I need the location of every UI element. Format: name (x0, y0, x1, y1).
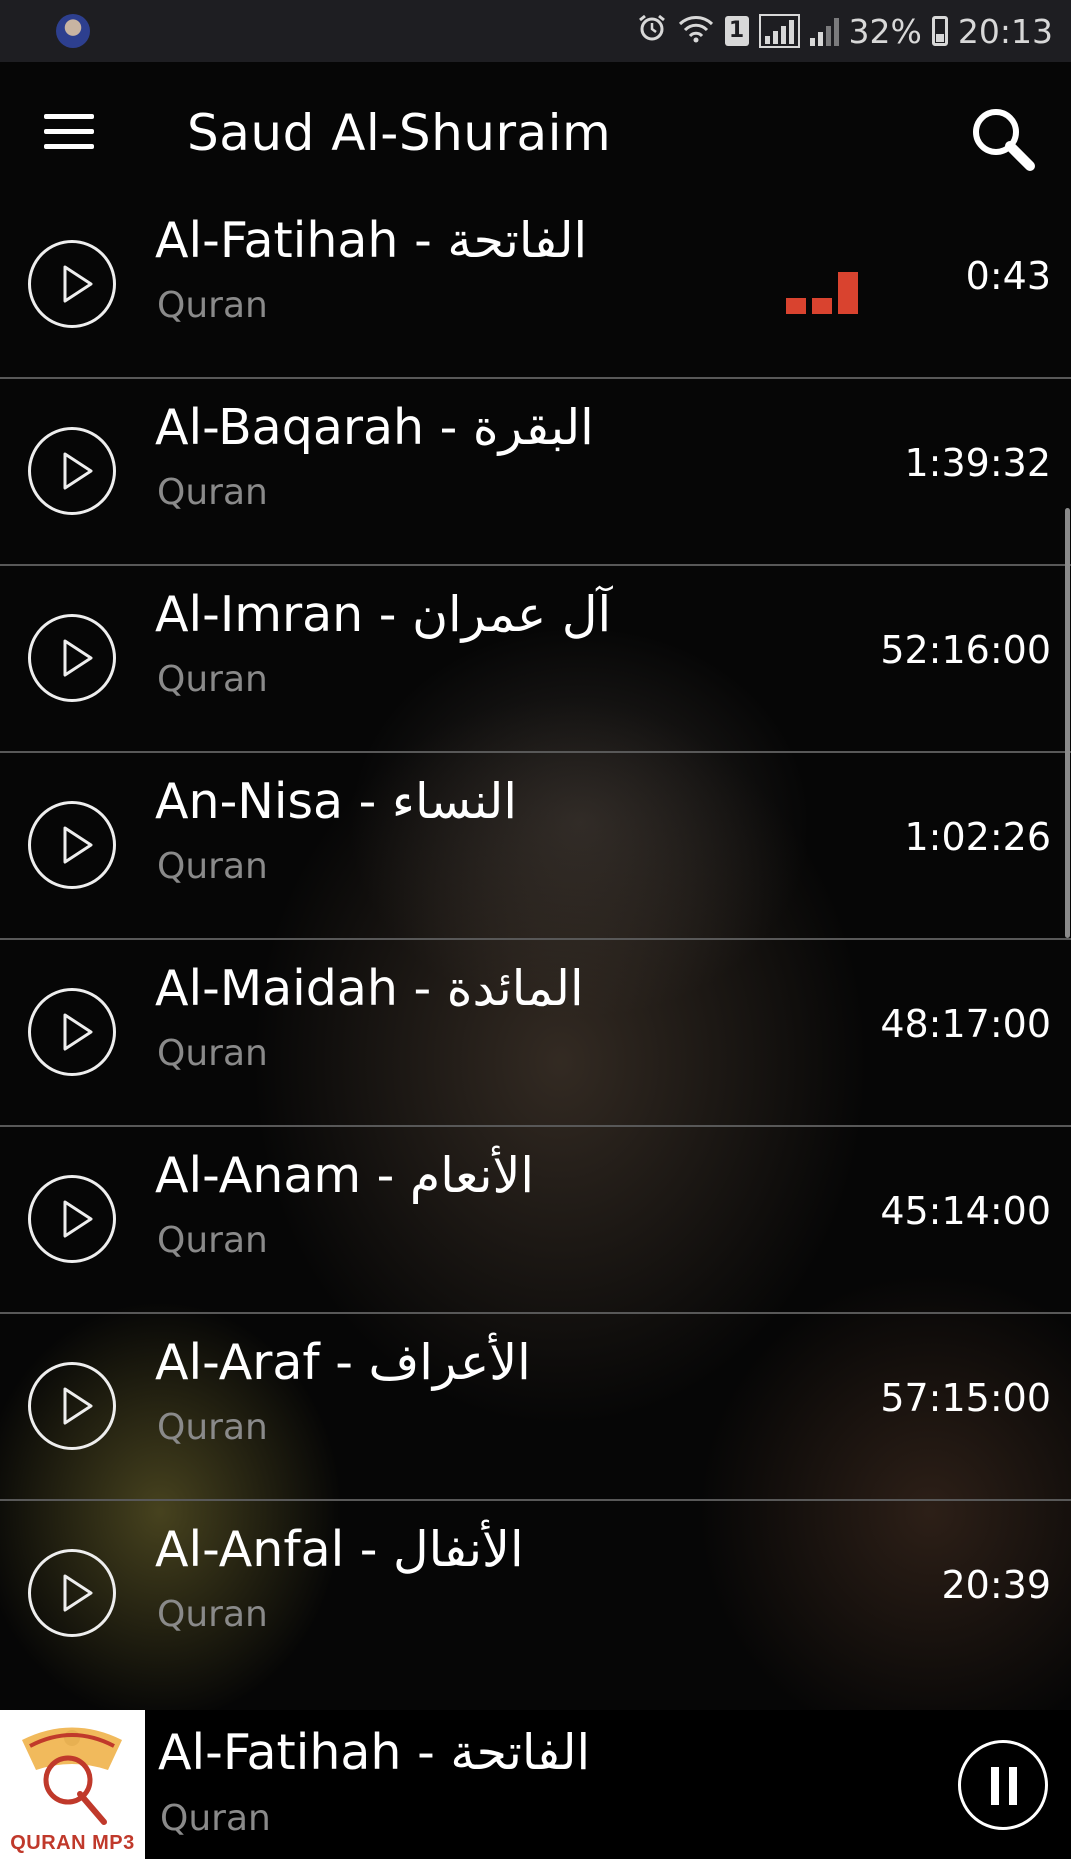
play-icon[interactable] (28, 614, 116, 702)
now-playing-subtitle: Quran (160, 1798, 271, 1839)
track-row[interactable]: Al-Maidah - المائدة Quran 48:17:00 (0, 940, 1071, 1127)
track-duration: 52:16:00 (880, 628, 1051, 672)
sim-1-icon: 1 (724, 16, 749, 46)
battery-icon (931, 16, 948, 46)
track-row[interactable]: Al-Fatihah - الفاتحة Quran 0:43 (0, 171, 1071, 379)
track-duration: 0:43 (965, 254, 1051, 298)
play-icon[interactable] (28, 1362, 116, 1450)
track-subtitle: Quran (157, 1594, 268, 1635)
pause-icon[interactable] (958, 1740, 1048, 1830)
track-duration: 1:02:26 (904, 815, 1052, 859)
signal-icon (809, 16, 839, 46)
hamburger-menu-icon[interactable] (44, 114, 96, 154)
battery-percent: 32% (848, 11, 922, 51)
track-duration: 45:14:00 (880, 1189, 1051, 1233)
track-title: An-Nisa - النساء (155, 773, 517, 830)
status-bar: 1 32% 20:13 (0, 0, 1071, 62)
track-title: Al-Maidah - المائدة (155, 960, 584, 1017)
track-duration: 57:15:00 (880, 1376, 1051, 1420)
search-icon[interactable] (968, 104, 1038, 174)
track-duration: 48:17:00 (880, 1002, 1051, 1046)
play-icon[interactable] (28, 801, 116, 889)
track-subtitle: Quran (157, 1220, 268, 1261)
now-playing-bar[interactable]: QURAN MP3 Al-Fatihah - الفاتحة Quran (0, 1710, 1071, 1859)
track-row[interactable]: Al-Imran - آل عمران Quran 52:16:00 (0, 566, 1071, 753)
track-subtitle: Quran (157, 1407, 268, 1448)
track-title: Al-Fatihah - الفاتحة (155, 212, 588, 269)
track-subtitle: Quran (157, 285, 268, 326)
logo-text: QURAN MP3 (10, 1832, 135, 1854)
wifi-icon (677, 12, 715, 51)
track-duration: 1:39:32 (904, 441, 1052, 485)
track-title: Al-Araf - الأعراف (155, 1334, 531, 1391)
track-row[interactable]: Al-Anfal - الأنفال Quran 20:39 (0, 1501, 1071, 1686)
track-duration: 20:39 (941, 1563, 1051, 1607)
avatar (56, 14, 90, 48)
track-row[interactable]: An-Nisa - النساء Quran 1:02:26 (0, 753, 1071, 940)
now-playing-equalizer-icon (786, 266, 858, 314)
track-row[interactable]: Al-Anam - الأنعام Quran 45:14:00 (0, 1127, 1071, 1314)
page-title: Saud Al-Shuraim (187, 104, 612, 162)
app-logo: QURAN MP3 (0, 1710, 145, 1859)
track-title: Al-Anfal - الأنفال (155, 1521, 524, 1578)
track-row[interactable]: Al-Baqarah - البقرة Quran 1:39:32 (0, 379, 1071, 566)
track-subtitle: Quran (157, 659, 268, 700)
status-icons: 1 32% 20:13 (637, 0, 1053, 62)
track-list: Al-Fatihah - الفاتحة Quran 0:43 Al-Baqar… (0, 212, 1071, 1686)
play-icon[interactable] (28, 1549, 116, 1637)
track-title: Al-Imran - آل عمران (155, 586, 612, 643)
play-icon[interactable] (28, 988, 116, 1076)
track-row[interactable]: Al-Araf - الأعراف Quran 57:15:00 (0, 1314, 1071, 1501)
play-icon[interactable] (28, 427, 116, 515)
track-title: Al-Anam - الأنعام (155, 1147, 535, 1204)
track-subtitle: Quran (157, 846, 268, 887)
now-playing-title: Al-Fatihah - الفاتحة (158, 1724, 591, 1781)
track-title: Al-Baqarah - البقرة (155, 399, 594, 456)
scrollbar[interactable] (1065, 508, 1070, 938)
signal-icon (758, 14, 800, 48)
alarm-icon (637, 12, 667, 51)
clock: 20:13 (957, 11, 1053, 51)
play-icon[interactable] (28, 240, 116, 328)
track-subtitle: Quran (157, 1033, 268, 1074)
play-icon[interactable] (28, 1175, 116, 1263)
track-subtitle: Quran (157, 472, 268, 513)
